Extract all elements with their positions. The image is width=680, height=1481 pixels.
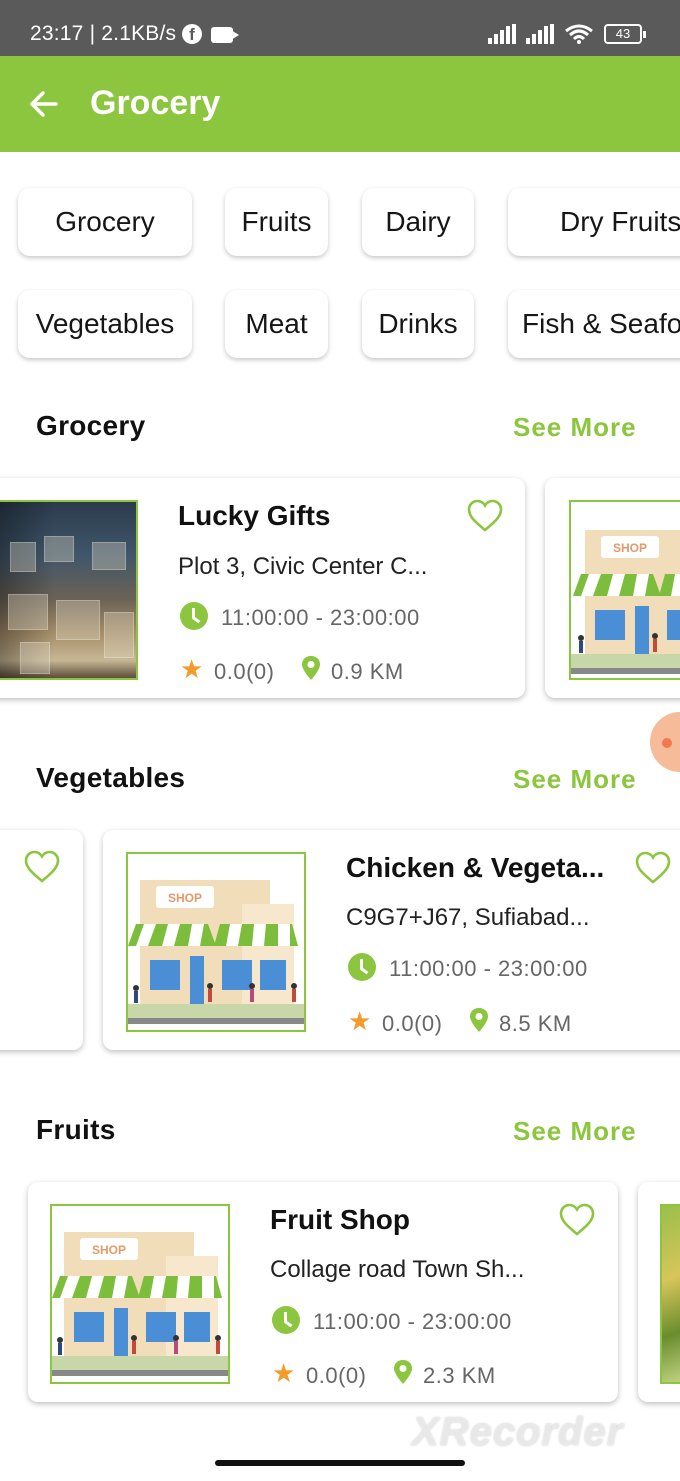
category-chip-dairy[interactable]: Dairy (362, 188, 474, 256)
star-icon: ★ (180, 654, 204, 684)
heart-icon[interactable] (467, 499, 503, 533)
app-bar: Grocery (0, 56, 680, 152)
status-bar: 23:17 | 2.1KB/s f 43 (0, 0, 680, 56)
store-distance: 8.5 KM (499, 1011, 572, 1036)
store-distance: 0.9 KM (331, 659, 404, 684)
heart-icon[interactable] (24, 850, 60, 884)
recorder-watermark: XRecorder (412, 1410, 624, 1454)
store-image: SHOP (50, 1204, 230, 1384)
category-chip-dry-fruits[interactable]: Dry Fruits (508, 188, 680, 256)
signal-icon-2 (526, 24, 556, 44)
category-chip-drinks[interactable]: Drinks (362, 290, 474, 358)
see-more-vegetables-link[interactable]: See More (513, 764, 637, 795)
shop-sign-text: SHOP (168, 891, 202, 905)
store-address: Plot 3, Civic Center C... (178, 553, 428, 580)
clock-icon (272, 1306, 300, 1334)
store-photo (0, 500, 138, 680)
see-more-grocery-link[interactable]: See More (513, 412, 637, 443)
category-chip-grocery[interactable]: Grocery (18, 188, 192, 256)
store-rating: 0.0(0) (214, 659, 275, 684)
store-name: Fruit Shop (270, 1204, 410, 1235)
facebook-icon: f (182, 24, 202, 44)
store-rating: 0.0(0) (306, 1363, 367, 1388)
section-title-fruits: Fruits (36, 1114, 116, 1145)
video-camera-icon (211, 27, 239, 43)
wifi-icon (565, 24, 593, 44)
section-title-grocery: Grocery (36, 410, 146, 441)
location-pin-icon (302, 656, 320, 680)
home-indicator[interactable] (215, 1460, 465, 1466)
see-more-fruits-link[interactable]: See More (513, 1116, 637, 1147)
section-title-vegetables: Vegetables (36, 762, 186, 793)
category-chip-meat[interactable]: Meat (225, 290, 328, 358)
store-hours: 11:00:00 - 23:00:00 (389, 956, 588, 981)
shop-sign-text: SHOP (92, 1243, 126, 1257)
star-icon: ★ (348, 1006, 372, 1036)
category-chip-fish-seafood[interactable]: Fish & Seafo (508, 290, 680, 358)
store-name: Lucky Gifts (178, 500, 331, 531)
clock-icon (348, 953, 376, 981)
floating-record-button[interactable] (650, 712, 680, 772)
status-time: 23:17 | 2.1KB/s (30, 22, 177, 45)
clock-icon (180, 602, 208, 630)
location-pin-icon (470, 1008, 488, 1032)
store-name: Chicken & Vegeta... (346, 852, 605, 883)
heart-icon[interactable] (559, 1203, 595, 1237)
location-pin-icon (394, 1360, 412, 1384)
store-hours: 11:00:00 - 23:00:00 (313, 1309, 512, 1334)
store-image (660, 1204, 680, 1384)
store-distance: 2.3 KM (423, 1363, 496, 1388)
star-icon: ★ (272, 1358, 296, 1388)
store-rating: 0.0(0) (382, 1011, 443, 1036)
category-chip-fruits[interactable]: Fruits (225, 188, 328, 256)
store-address: Collage road Town Sh... (270, 1256, 525, 1283)
store-image: SHOP (569, 500, 680, 680)
page-title: Grocery (90, 84, 221, 122)
store-hours: 11:00:00 - 23:00:00 (221, 605, 420, 630)
category-chip-vegetables[interactable]: Vegetables (18, 290, 192, 358)
store-image: SHOP (126, 852, 306, 1032)
store-address: C9G7+J67, Sufiabad... (346, 904, 590, 931)
signal-icon (488, 24, 518, 44)
battery-icon: 43 (604, 24, 646, 44)
back-arrow-icon[interactable] (26, 86, 62, 122)
heart-icon[interactable] (635, 851, 671, 885)
shop-sign-text: SHOP (613, 541, 647, 555)
